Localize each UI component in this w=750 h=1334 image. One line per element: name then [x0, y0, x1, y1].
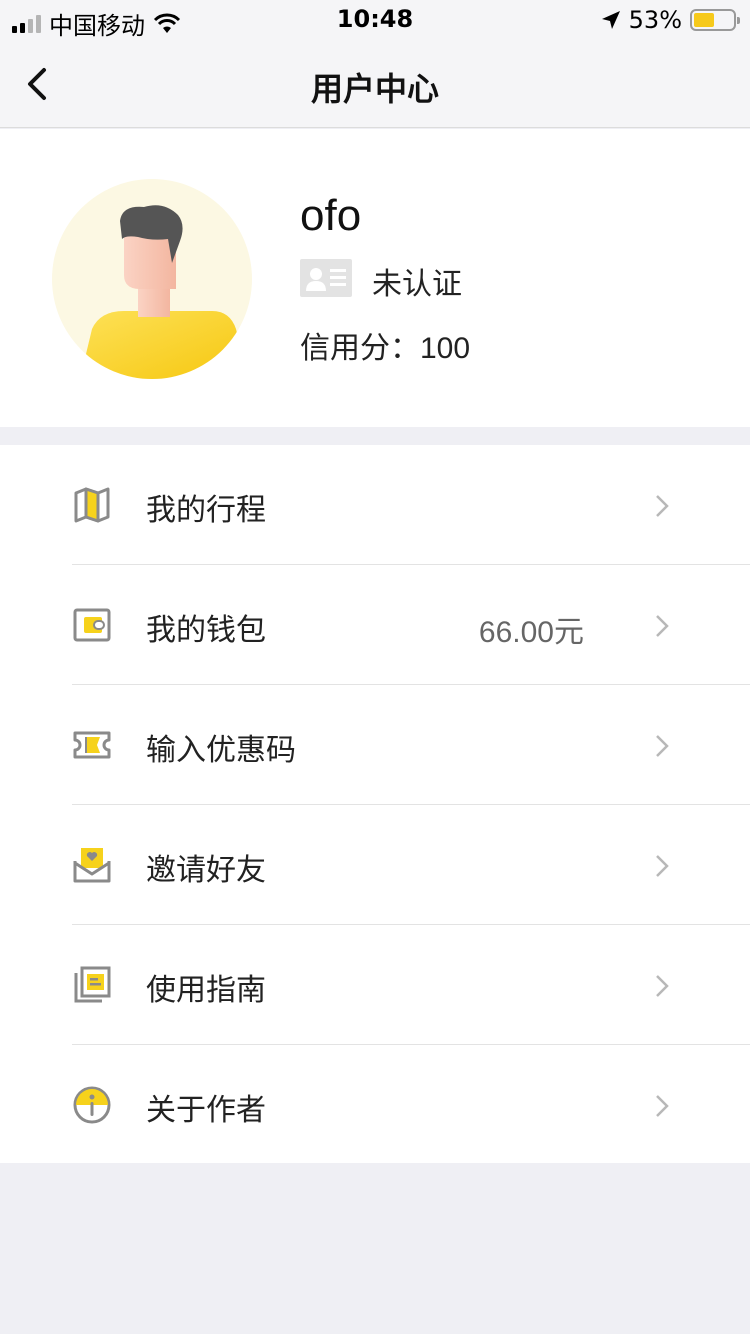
id-card-icon	[300, 259, 352, 297]
menu-item-label: 输入优惠码	[146, 733, 296, 768]
menu-item-about[interactable]: 关于作者	[0, 1045, 750, 1165]
battery-percent: 53%	[628, 6, 682, 34]
menu-item-trips[interactable]: 我的行程	[0, 445, 750, 565]
menu-item-label: 关于作者	[146, 1093, 266, 1128]
menu-item-label: 我的钱包	[146, 613, 266, 648]
verify-status[interactable]: 未认证	[372, 259, 462, 303]
status-bar: 中国移动 10:48 53%	[0, 0, 750, 40]
map-icon	[74, 487, 110, 523]
invite-envelope-icon	[73, 848, 111, 883]
credit-value: 100	[420, 332, 471, 365]
menu-item-coupon[interactable]: 输入优惠码	[0, 685, 750, 805]
username: ofo	[300, 191, 362, 240]
info-icon	[73, 1086, 111, 1124]
wallet-icon	[73, 608, 111, 642]
avatar-illustration	[80, 205, 248, 379]
chevron-right-icon	[656, 1095, 669, 1117]
page-title: 用户中心	[310, 70, 439, 108]
chevron-right-icon	[656, 855, 669, 877]
menu-item-label: 邀请好友	[146, 853, 266, 888]
menu-list: 我的行程 我的钱包 66.00元 输入优惠码 邀请好友 使用指南 关于作者	[0, 445, 750, 1163]
credit-score: 信用分：100	[300, 323, 470, 367]
chevron-right-icon	[656, 735, 669, 757]
battery-icon	[690, 9, 740, 31]
location-arrow-icon	[601, 11, 620, 29]
chevron-right-icon	[656, 615, 669, 637]
avatar[interactable]	[52, 179, 252, 379]
menu-item-invite[interactable]: 邀请好友	[0, 805, 750, 925]
ticket-icon	[73, 731, 111, 759]
battery-fill	[694, 13, 715, 27]
credit-label: 信用分：	[300, 331, 420, 366]
menu-item-label: 使用指南	[146, 973, 266, 1008]
guide-icon	[74, 966, 111, 1003]
profile-card: ofo 未认证 信用分：100	[0, 129, 750, 427]
nav-bar: 用户中心	[0, 40, 750, 128]
menu-item-guide[interactable]: 使用指南	[0, 925, 750, 1045]
wallet-balance: 66.00元	[478, 616, 584, 649]
menu-item-wallet[interactable]: 我的钱包 66.00元	[0, 565, 750, 685]
status-right: 53%	[601, 6, 740, 34]
chevron-right-icon	[656, 495, 669, 517]
chevron-right-icon	[656, 975, 669, 997]
menu-item-label: 我的行程	[146, 493, 266, 528]
